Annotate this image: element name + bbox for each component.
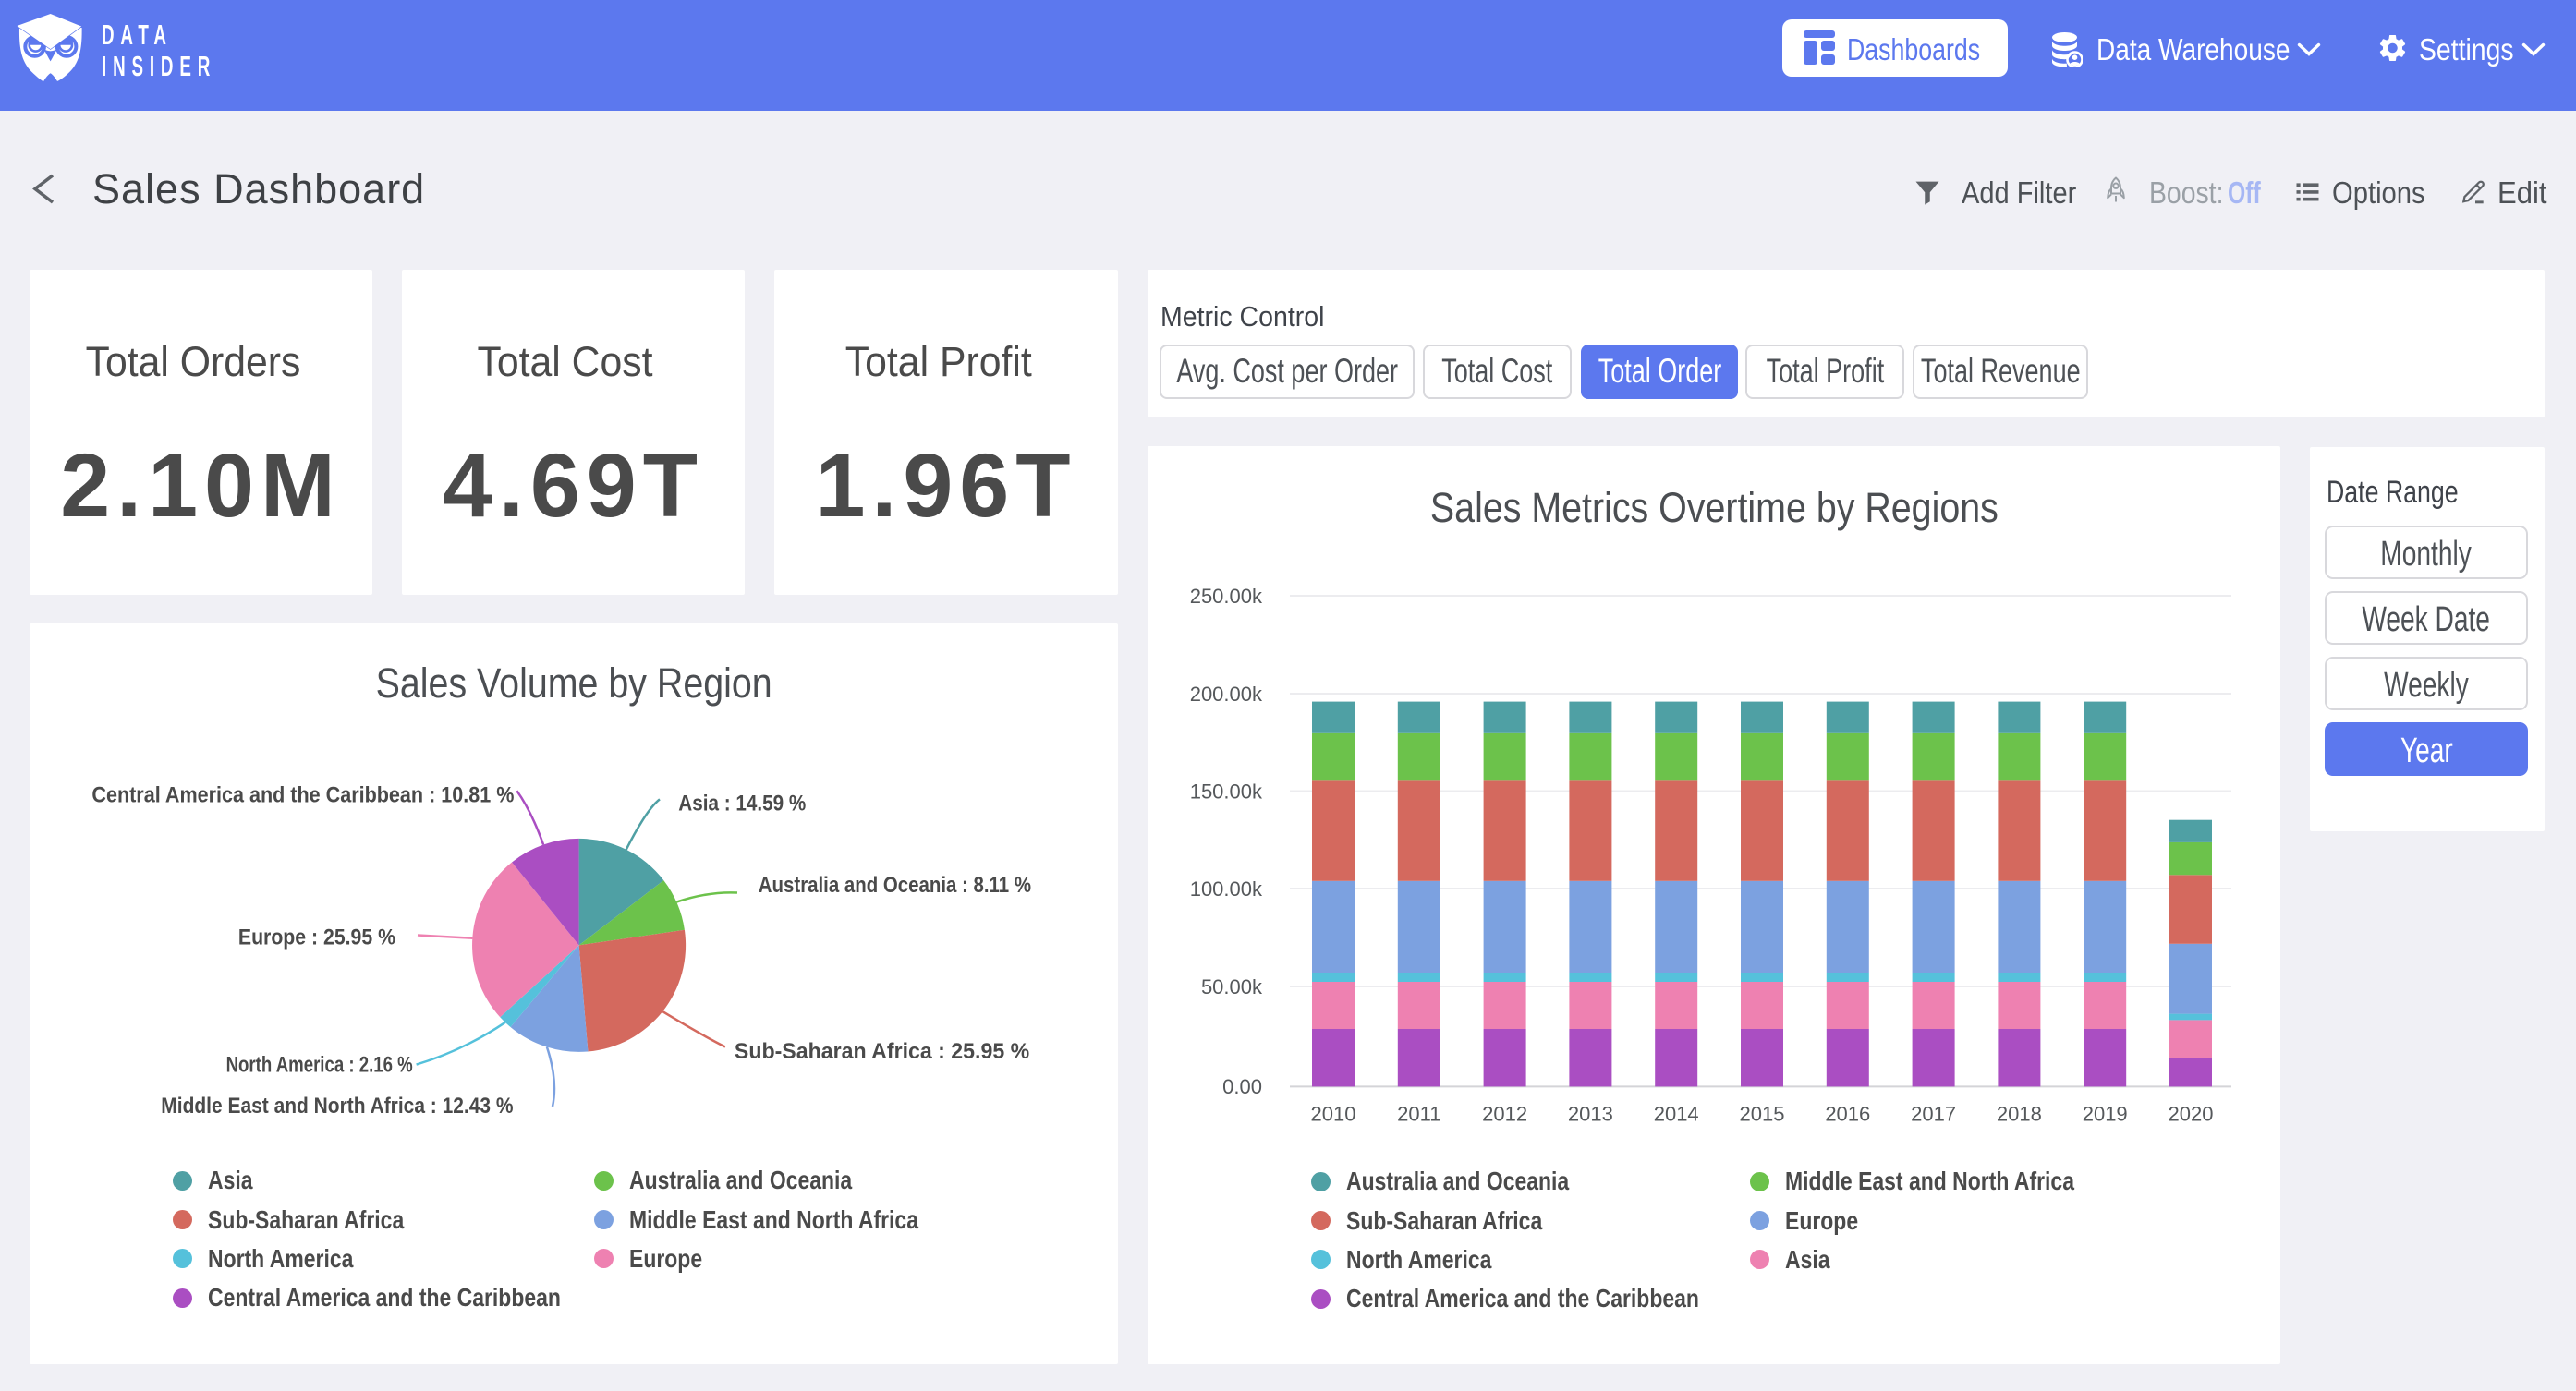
svg-text:North America : 2.16 %: North America : 2.16 %	[226, 1053, 413, 1078]
svg-text:2013: 2013	[1568, 1102, 1613, 1125]
svg-text:250.00k: 250.00k	[1190, 585, 1263, 608]
svg-text:100.00k: 100.00k	[1190, 877, 1263, 901]
svg-text:2016: 2016	[1825, 1102, 1870, 1125]
svg-text:Australia and Oceania : 8.11 %: Australia and Oceania : 8.11 %	[759, 873, 1031, 898]
svg-text:2011: 2011	[1397, 1102, 1440, 1125]
svg-text:0.00: 0.00	[1222, 1075, 1262, 1098]
svg-text:Asia : 14.59 %: Asia : 14.59 %	[678, 791, 806, 816]
svg-text:2012: 2012	[1482, 1102, 1527, 1125]
svg-text:Middle East and North Africa :: Middle East and North Africa : 12.43 %	[161, 1094, 513, 1119]
svg-text:Central America and the Caribb: Central America and the Caribbean : 10.8…	[91, 782, 514, 807]
svg-text:Sub-Saharan Africa : 25.95 %: Sub-Saharan Africa : 25.95 %	[735, 1039, 1029, 1064]
svg-text:2010: 2010	[1311, 1102, 1356, 1125]
svg-text:Europe : 25.95 %: Europe : 25.95 %	[238, 925, 395, 950]
svg-text:2020: 2020	[2169, 1102, 2214, 1125]
svg-text:2018: 2018	[1997, 1102, 2042, 1125]
svg-text:50.00k: 50.00k	[1201, 975, 1263, 998]
svg-text:150.00k: 150.00k	[1190, 780, 1263, 804]
svg-text:2019: 2019	[2083, 1102, 2128, 1125]
svg-text:2014: 2014	[1654, 1102, 1699, 1125]
svg-text:200.00k: 200.00k	[1190, 683, 1263, 706]
svg-text:2015: 2015	[1740, 1102, 1785, 1125]
svg-text:2017: 2017	[1911, 1102, 1956, 1125]
